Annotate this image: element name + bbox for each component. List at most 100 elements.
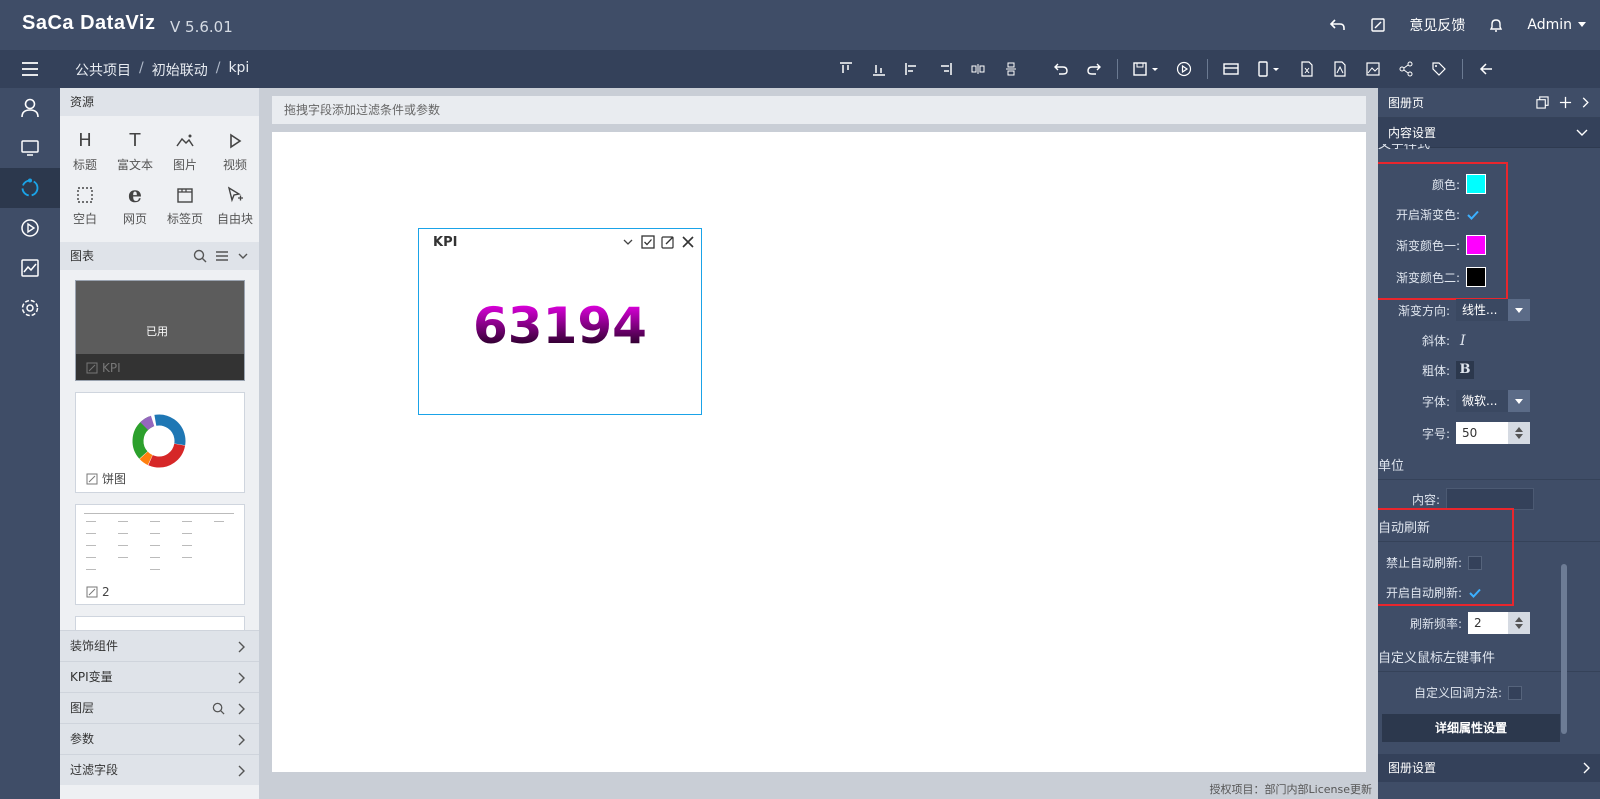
direction-label: 渐变方向: (1397, 303, 1450, 318)
chart-thumb-kpi[interactable]: 已用 KPI (75, 280, 245, 381)
breadcrumb-item[interactable]: 初始联动 (152, 60, 208, 80)
resource-title[interactable]: H 标题 (60, 124, 110, 178)
chart-thumb-label: 2 (102, 585, 110, 599)
export-excel-icon[interactable] (1297, 59, 1317, 79)
add-icon[interactable] (1559, 96, 1572, 109)
resources-header: 资源 (60, 88, 259, 116)
resource-webpage[interactable]: e 网页 (110, 178, 160, 232)
accordion-params[interactable]: 参数 (60, 723, 259, 754)
italic-row: 斜体: I (1378, 332, 1466, 349)
filter-dropzone[interactable]: 拖拽字段添加过滤条件或参数 (272, 96, 1366, 124)
preview-play-icon[interactable] (1174, 59, 1194, 79)
design-canvas[interactable]: KPI 63194 (272, 132, 1366, 772)
share-icon[interactable] (1396, 59, 1416, 79)
edit-icon[interactable] (86, 362, 98, 374)
direction-value: 线性... (1456, 299, 1508, 321)
toolbar-divider (1117, 59, 1118, 79)
kpi-widget[interactable]: KPI 63194 (418, 228, 702, 415)
undo-icon[interactable] (1051, 59, 1071, 79)
search-icon[interactable] (212, 702, 225, 715)
export-pdf-icon[interactable] (1330, 59, 1350, 79)
resource-video[interactable]: 视频 (210, 124, 260, 178)
resource-label: 富文本 (116, 157, 153, 172)
unit-content-input[interactable] (1446, 488, 1534, 510)
dashboard-design-icon[interactable] (0, 168, 60, 208)
chevron-right-icon (238, 703, 245, 715)
card-layout-icon[interactable] (1221, 59, 1241, 79)
caret-down-icon[interactable] (1515, 624, 1523, 629)
user-name: Admin (1527, 17, 1572, 33)
align-left-icon[interactable] (902, 59, 922, 79)
resource-image[interactable]: 图片 (160, 124, 210, 178)
accordion-decor[interactable]: 装饰组件 (60, 630, 259, 661)
accordion-label: 参数 (70, 732, 95, 746)
user-icon[interactable] (0, 88, 60, 128)
line-chart-icon[interactable] (0, 248, 60, 288)
resource-richtext[interactable]: T 富文本 (110, 124, 160, 178)
user-menu[interactable]: Admin (1527, 17, 1586, 33)
align-bottom-icon[interactable] (869, 59, 889, 79)
back-arrow-icon[interactable] (1476, 59, 1496, 79)
align-right-icon[interactable] (935, 59, 955, 79)
font-select[interactable]: 微软... (1456, 390, 1530, 412)
tag-icon[interactable] (1429, 59, 1449, 79)
distribute-horizontal-icon[interactable] (968, 59, 988, 79)
undo-arrow-icon[interactable] (1329, 16, 1347, 34)
caret-up-icon[interactable] (1515, 427, 1523, 432)
app-logo[interactable]: SaCa DataViz (22, 12, 155, 35)
feedback-link[interactable]: 意见反馈 (1409, 15, 1465, 35)
caret-down-icon (1515, 398, 1523, 404)
accordion-kpi-variable[interactable]: KPI变量 (60, 661, 259, 692)
refresh-rate-stepper[interactable]: 2 (1468, 612, 1530, 634)
accordion-label: 图层 (70, 701, 95, 715)
callback-checkbox[interactable] (1508, 685, 1522, 700)
caret-up-icon[interactable] (1515, 617, 1523, 622)
edit-icon[interactable] (661, 235, 675, 249)
direction-select[interactable]: 线性... (1456, 299, 1530, 321)
accordion-filter-fields[interactable]: 过滤字段 (60, 754, 259, 785)
resource-freeblock[interactable]: 自由块 (210, 178, 260, 232)
highlight-box (1378, 162, 1508, 300)
accordion-label: 过滤字段 (70, 763, 119, 777)
menu-icon[interactable] (20, 59, 40, 79)
resource-label: 自由块 (216, 211, 253, 226)
settings-gear-icon[interactable] (0, 288, 60, 328)
breadcrumb-item[interactable]: 公共项目 (75, 60, 131, 80)
chevron-down-icon[interactable] (237, 249, 249, 263)
list-icon[interactable] (215, 249, 229, 263)
edit-square-icon[interactable] (1369, 16, 1387, 34)
checkbox-icon[interactable] (641, 235, 655, 249)
close-icon[interactable] (681, 235, 695, 249)
save-menu-icon[interactable] (1131, 59, 1161, 79)
device-menu-icon[interactable] (1254, 59, 1284, 79)
play-circle-icon[interactable] (0, 208, 60, 248)
export-image-icon[interactable] (1363, 59, 1383, 79)
bold-icon[interactable]: B (1456, 361, 1474, 379)
chart-thumb-partial[interactable] (75, 616, 245, 630)
distribute-vertical-icon[interactable] (1001, 59, 1021, 79)
copy-page-icon[interactable] (1536, 96, 1549, 109)
search-icon[interactable] (193, 249, 207, 263)
chevron-right-icon[interactable] (1582, 96, 1590, 109)
resource-tabs[interactable]: 标签页 (160, 178, 210, 232)
size-value: 50 (1456, 422, 1508, 444)
accordion-layers[interactable]: 图层 (60, 692, 259, 723)
album-settings-footer[interactable]: 图册设置 (1378, 754, 1600, 782)
chevron-down-icon[interactable] (621, 235, 635, 249)
refresh-rate-label: 刷新频率: (1409, 616, 1462, 631)
align-top-icon[interactable] (836, 59, 856, 79)
detail-settings-button[interactable]: 详细属性设置 (1382, 714, 1560, 742)
caret-down-icon[interactable] (1515, 434, 1523, 439)
italic-icon[interactable]: I (1460, 333, 1466, 349)
edit-icon[interactable] (86, 473, 98, 485)
edit-icon[interactable] (86, 586, 98, 598)
resource-blank[interactable]: 空白 (60, 178, 110, 232)
redo-icon[interactable] (1084, 59, 1104, 79)
font-size-stepper[interactable]: 50 (1456, 422, 1530, 444)
highlight-box (1378, 508, 1514, 606)
chart-thumb-pie[interactable]: 饼图 (75, 392, 245, 493)
chart-thumb-table[interactable]: 2 (75, 504, 245, 605)
monitor-icon[interactable] (0, 128, 60, 168)
scrollbar[interactable] (1561, 564, 1567, 734)
bell-icon[interactable] (1487, 16, 1505, 34)
